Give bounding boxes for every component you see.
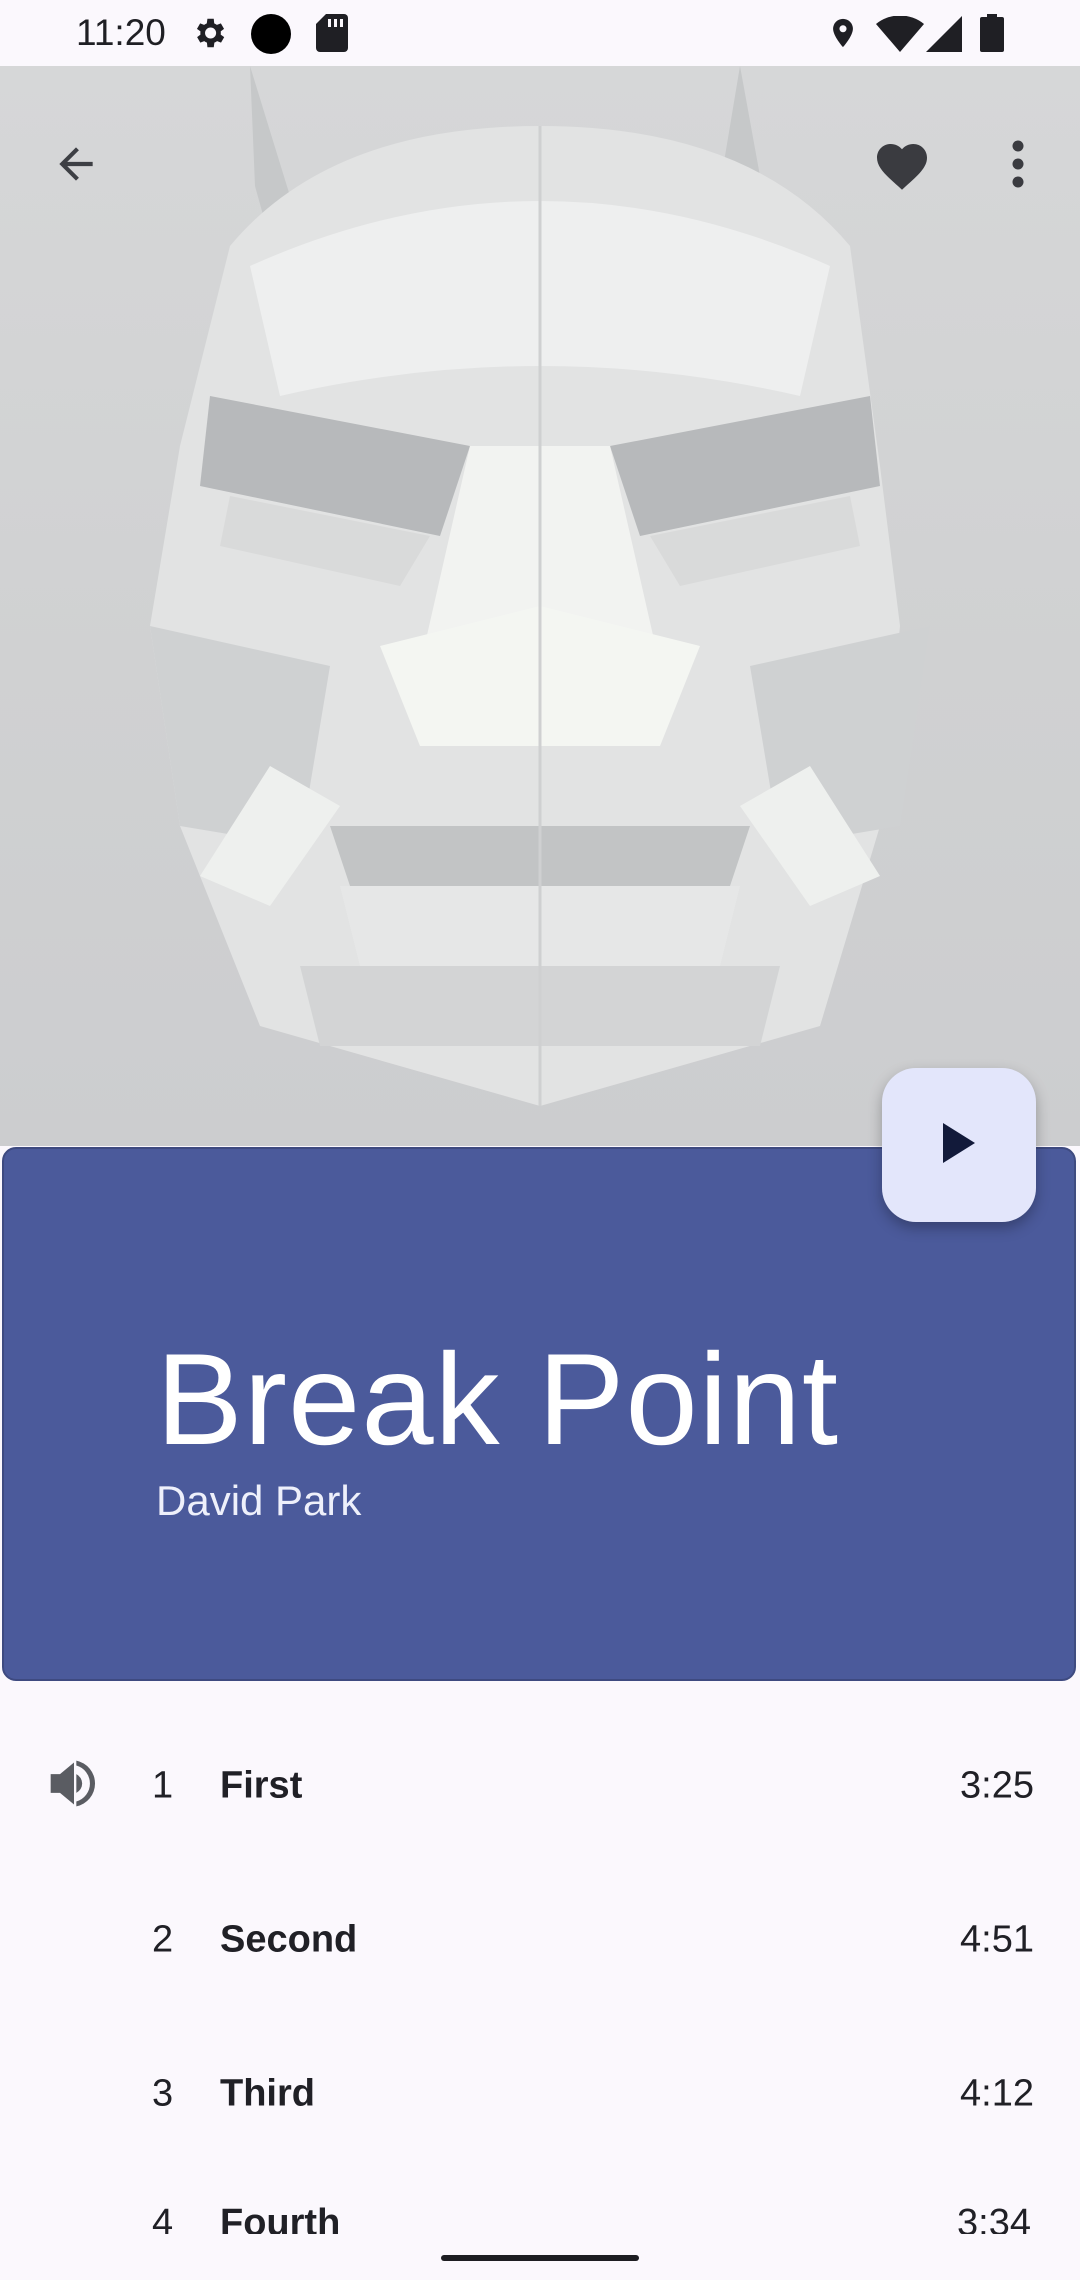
album-artist: David Park — [156, 1477, 362, 1524]
album-cover-image — [0, 66, 1080, 1146]
track-number: 2 — [152, 1918, 174, 1961]
play-button[interactable] — [882, 1068, 1036, 1222]
track-name: First — [220, 1764, 303, 1807]
location-icon — [826, 14, 860, 57]
album-title: Break Point — [156, 1326, 840, 1472]
track-name: Second — [220, 1918, 358, 1961]
track-number: 1 — [152, 1764, 174, 1807]
gesture-nav-handle[interactable] — [441, 2255, 639, 2261]
heart-icon — [872, 136, 932, 197]
track-row-partial[interactable]: 4 Fourth 3:34 — [0, 2196, 1080, 2234]
back-button[interactable] — [36, 126, 116, 206]
favorite-button[interactable] — [862, 126, 942, 206]
wifi-icon — [876, 15, 924, 57]
track-row[interactable]: 1 First 3:25 — [0, 1709, 1080, 1863]
sd-card-icon — [316, 14, 348, 57]
track-number: 4 — [152, 2202, 174, 2234]
track-number: 3 — [152, 2072, 174, 2115]
track-name: Fourth — [220, 2202, 341, 2234]
track-row[interactable]: 3 Third 4:12 — [0, 2017, 1080, 2171]
status-time: 11:20 — [76, 12, 166, 53]
track-duration: 4:51 — [960, 1918, 1034, 1961]
album-info-panel: Break Point David Park — [2, 1147, 1076, 1681]
signal-icon — [926, 16, 962, 57]
arrow-back-icon — [51, 139, 101, 194]
volume-icon — [46, 1758, 102, 1815]
play-icon — [941, 1121, 977, 1170]
more-options-button[interactable] — [978, 126, 1058, 206]
track-duration: 3:34 — [957, 2202, 1031, 2234]
more-vert-icon — [1011, 140, 1025, 193]
dot-icon — [250, 13, 292, 60]
track-duration: 3:25 — [960, 1764, 1034, 1807]
battery-icon — [980, 14, 1004, 57]
track-row[interactable]: 2 Second 4:51 — [0, 1863, 1080, 2017]
status-bar: 11:20 — [0, 0, 1080, 66]
track-name: Third — [220, 2072, 315, 2115]
track-duration: 4:12 — [960, 2072, 1034, 2115]
settings-icon — [190, 14, 228, 57]
